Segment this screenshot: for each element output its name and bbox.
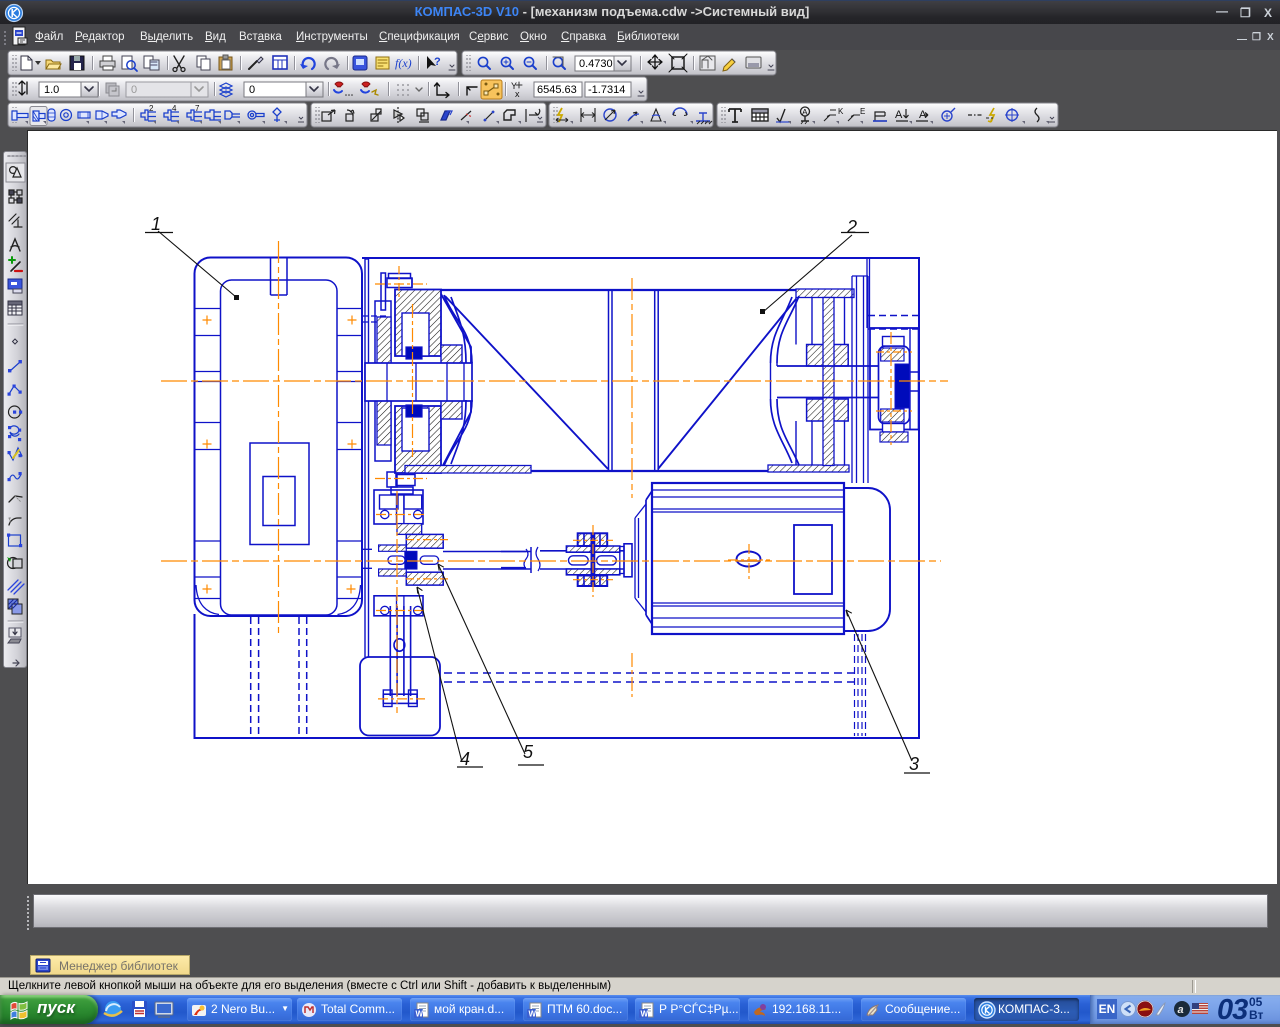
svg-text:2: 2: [149, 104, 154, 113]
svg-text:?: ?: [434, 56, 441, 68]
svg-text:5: 5: [523, 742, 534, 762]
svg-text:2: 2: [846, 217, 857, 237]
svg-text:a: a: [1178, 1004, 1184, 1016]
svg-text:W: W: [529, 1010, 537, 1019]
svg-text:f(x): f(x): [395, 56, 412, 70]
svg-text:E: E: [860, 107, 865, 116]
svg-text:-1.7314: -1.7314: [588, 84, 625, 96]
svg-text:A: A: [802, 107, 808, 117]
svg-text:W: W: [416, 1010, 424, 1019]
svg-text:x: x: [515, 89, 520, 99]
svg-text:1.0: 1.0: [44, 84, 59, 96]
svg-text:4: 4: [460, 749, 470, 769]
svg-text:6545.63: 6545.63: [537, 84, 577, 96]
svg-text:0.4730: 0.4730: [579, 58, 613, 70]
svg-text:1: 1: [151, 214, 161, 234]
svg-text:W: W: [641, 1010, 649, 1019]
svg-text:0: 0: [131, 84, 137, 96]
svg-text:0: 0: [249, 84, 255, 96]
svg-text:3: 3: [909, 754, 919, 774]
svg-text:A: A: [895, 109, 903, 121]
svg-text:K: K: [838, 107, 844, 116]
svg-text:7: 7: [195, 104, 200, 113]
svg-text:4: 4: [172, 104, 177, 113]
